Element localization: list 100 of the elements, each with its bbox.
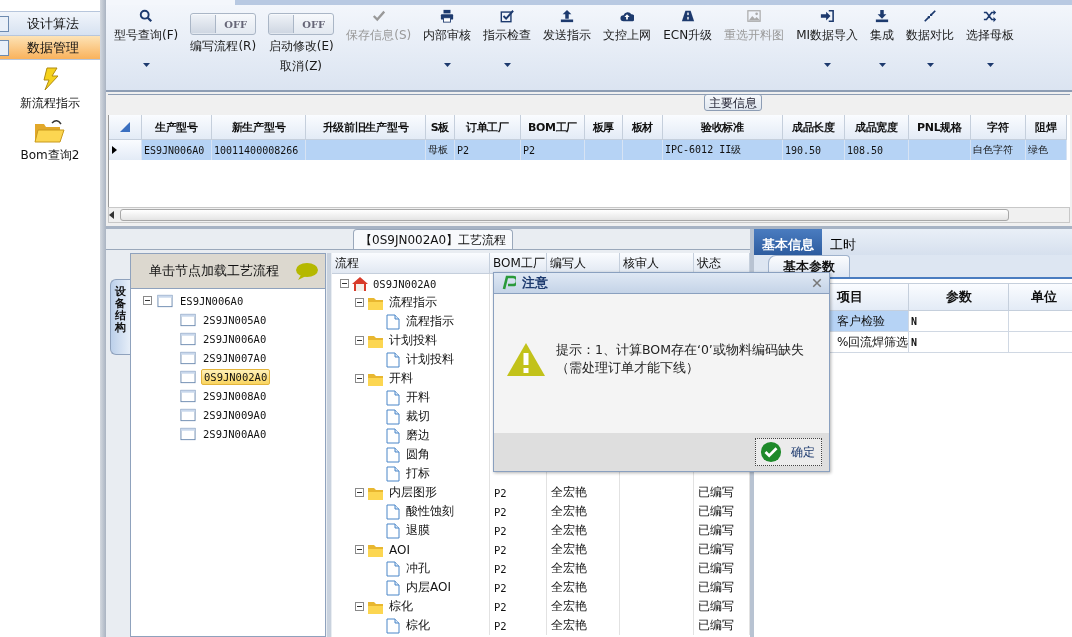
tree-node[interactable]: 裁切	[404, 408, 430, 425]
column-header[interactable]: 参数	[909, 283, 1009, 311]
collapse-icon[interactable]	[340, 279, 349, 288]
tree-node[interactable]: 2S9JN00AA0	[201, 426, 269, 441]
window-icon	[179, 330, 197, 347]
tree-node[interactable]: 圆角	[404, 446, 430, 463]
collapse-icon[interactable]	[355, 298, 364, 307]
nav-item[interactable]: 设计算法	[0, 12, 100, 36]
table-cell: P2	[494, 505, 507, 518]
table-cell: 客户检验	[837, 312, 885, 330]
column-header[interactable]: 新生产型号	[212, 115, 306, 140]
road-icon	[680, 9, 695, 23]
cancel-label[interactable]: 取消(Z)	[280, 58, 323, 75]
tree-node[interactable]: 2S9JN005A0	[201, 312, 269, 327]
tree-node[interactable]: 打标	[404, 465, 430, 482]
tree-node[interactable]: 开料	[404, 389, 430, 406]
column-header[interactable]: 单位	[1009, 283, 1072, 311]
panel-header: 单击节点加载工艺流程	[149, 262, 279, 280]
tree-node[interactable]: ES9JN006A0	[178, 293, 246, 308]
tree-node[interactable]: 2S9JN008A0	[201, 388, 269, 403]
collapse-icon[interactable]	[355, 488, 364, 497]
tree-node[interactable]: 2S9JN007A0	[201, 350, 269, 365]
tree-node[interactable]: 酸性蚀刻	[404, 503, 454, 520]
toolbar-button[interactable]: 指示检查	[477, 5, 538, 90]
collapse-icon[interactable]	[143, 296, 152, 305]
toolbar-button[interactable]: 选择母板	[960, 5, 1021, 90]
tree-node[interactable]: 退膜	[404, 522, 430, 539]
panel-tab[interactable]: 【0S9JN002A0】工艺流程	[353, 229, 514, 249]
toolbar-button[interactable]: 数据对比	[900, 5, 961, 90]
toggle-switch[interactable]: OFF	[268, 13, 335, 35]
column-header[interactable]: S板	[426, 115, 455, 140]
tile-label[interactable]: Bom查询2	[20, 147, 80, 164]
column-header[interactable]: 生产型号	[142, 115, 212, 140]
tree-node[interactable]: 2S9JN009A0	[201, 407, 269, 422]
tree-node[interactable]: 0S9JN002A0	[371, 277, 437, 290]
cloud-upload-icon	[620, 9, 635, 23]
tree-node[interactable]: 内层图形	[387, 484, 437, 501]
tab[interactable]: 基本信息	[754, 229, 822, 255]
column-header[interactable]: 状态	[694, 253, 750, 274]
tree-node[interactable]: 2S9JN006A0	[201, 331, 269, 346]
column-header[interactable]: 板材	[623, 115, 663, 140]
table-cell: 已编写	[698, 522, 734, 539]
horizontal-scrollbar[interactable]	[108, 207, 1070, 223]
printer-icon	[440, 9, 455, 23]
collapse-icon[interactable]	[355, 374, 364, 383]
column-header[interactable]: 成品长度	[783, 115, 845, 140]
tree-node[interactable]: 棕化	[387, 598, 413, 615]
tree-node[interactable]: 流程指示	[387, 294, 437, 311]
table-cell: P2	[494, 543, 507, 556]
column-header[interactable]: BOM工厂	[490, 253, 547, 274]
tile-label[interactable]: 新流程指示	[20, 95, 80, 112]
column-header[interactable]: 升级前旧生产型号	[306, 115, 426, 140]
collapse-icon[interactable]	[355, 336, 364, 345]
upload-icon	[560, 9, 575, 23]
tree-node[interactable]: 开料	[387, 370, 413, 387]
ok-button[interactable]: 确定	[755, 438, 822, 466]
column-header[interactable]: PNL规格	[909, 115, 971, 140]
corner-header[interactable]	[109, 115, 142, 140]
table-cell: %回流焊筛选	[837, 333, 909, 351]
column-header[interactable]: 验收标准	[663, 115, 783, 140]
toolbar-button[interactable]: 文控上网	[597, 5, 658, 90]
tree-node[interactable]: 流程指示	[404, 313, 454, 330]
column-header[interactable]: 字符	[971, 115, 1026, 140]
column-header[interactable]: BOM工厂	[521, 115, 585, 140]
document-icon	[385, 446, 401, 463]
table-cell: P2	[494, 562, 507, 575]
tree-node[interactable]: 计划投料	[387, 332, 437, 349]
table-cell: 全宏艳	[551, 579, 587, 596]
column-header[interactable]: 核审人	[620, 253, 694, 274]
tree-node[interactable]: 冲孔	[404, 560, 430, 577]
nav-item[interactable]: 数据管理	[0, 36, 100, 60]
tree-node[interactable]: 计划投料	[404, 351, 454, 368]
speech-bubble-icon	[295, 261, 319, 281]
column-header[interactable]: 成品宽度	[845, 115, 909, 140]
document-icon	[385, 522, 401, 539]
tree-node[interactable]: 棕化	[404, 617, 430, 634]
column-header[interactable]: 编写人	[547, 253, 620, 274]
toolbar-button[interactable]: MI数据导入	[790, 5, 865, 90]
row-header[interactable]	[109, 140, 142, 160]
checkbox-icon	[500, 9, 515, 23]
toolbar-button[interactable]: ECN升级	[657, 5, 719, 90]
vertical-tab[interactable]: 设备结构	[110, 279, 130, 355]
tree-node[interactable]: AOI	[387, 542, 410, 557]
toolbar-button[interactable]: 发送指示	[537, 5, 598, 90]
tree-node[interactable]: 磨边	[404, 427, 430, 444]
toolbar-button[interactable]: 型号查询(F)	[108, 5, 185, 90]
collapse-icon[interactable]	[355, 545, 364, 554]
tab[interactable]: 工时	[822, 229, 864, 255]
tree-node[interactable]: 0S9JN002A0	[201, 368, 271, 385]
column-header[interactable]: 阻焊	[1026, 115, 1067, 140]
table-cell: N	[911, 336, 918, 348]
tree-node[interactable]: 内层AOI	[404, 579, 451, 596]
column-header[interactable]: 流程	[332, 253, 490, 274]
collapse-icon[interactable]	[355, 602, 364, 611]
corner-icon	[120, 122, 130, 132]
toggle-switch[interactable]: OFF	[190, 13, 257, 35]
column-header[interactable]: 订单工厂	[455, 115, 521, 140]
toolbar-button[interactable]: 内部审核	[417, 5, 478, 90]
toolbar-button[interactable]: 集成	[864, 5, 901, 90]
column-header[interactable]: 板厚	[585, 115, 623, 140]
